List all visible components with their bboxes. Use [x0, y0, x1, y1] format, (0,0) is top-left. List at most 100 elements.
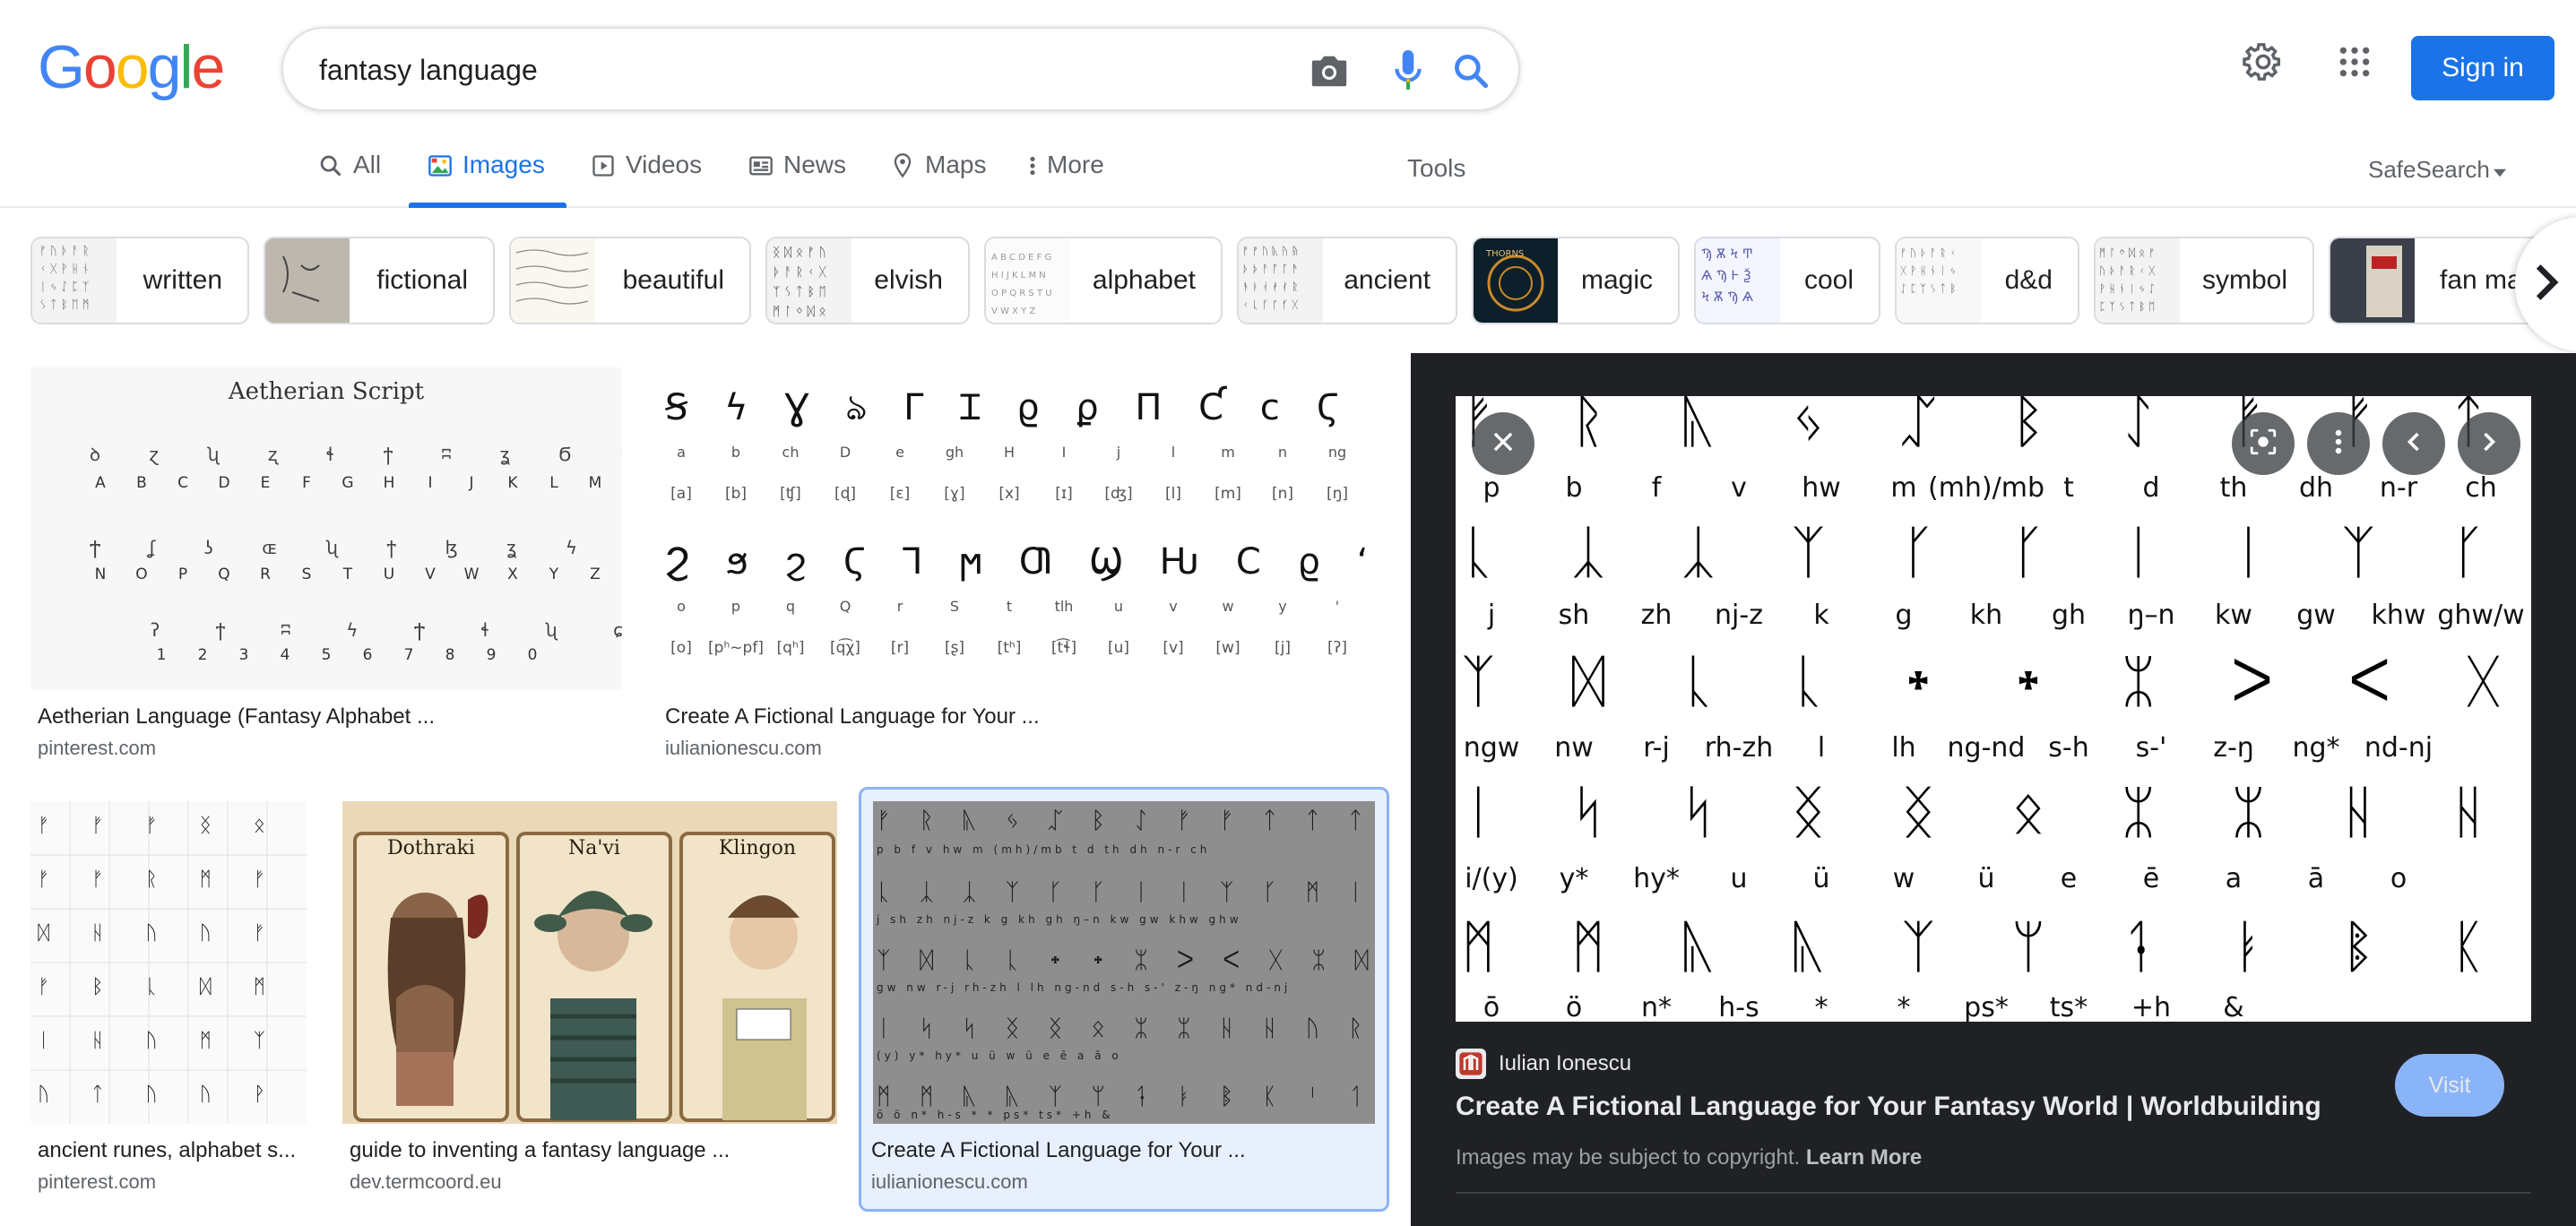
- script-letter-label: E: [261, 474, 271, 492]
- phoneme-label: n-r: [2380, 472, 2418, 504]
- tab-news[interactable]: News: [748, 151, 846, 208]
- chart-ipa-label: [q͡χ]: [830, 636, 860, 657]
- chip-fictional[interactable]: fictional: [264, 237, 495, 324]
- chip-symbol[interactable]: ᛗ ᛚ ᛜ ᛞ ᛟ ᚠ ᚢ ᚦ ᚨ ᚱ ᚲ ᚷ ᚹ ᚺ ᚾ ᛁ ᛃ ᛇ ᛈ ᛉ ᛊ ᛏ…: [2094, 237, 2314, 324]
- search-input[interactable]: [319, 48, 1215, 91]
- chart-ipa-label: [ʧ]: [780, 485, 801, 503]
- chart-latin-label: tlh: [1055, 598, 1074, 615]
- svg-text:ᛞ ᚺ ᚢ ᚢ ᚠ ᚢ ᚢ: ᛞ ᚺ ᚢ ᚢ ᚠ ᚢ ᚢ: [38, 922, 307, 945]
- safesearch-label: SafeSearch: [2368, 156, 2490, 183]
- search-icon[interactable]: [1448, 48, 1493, 93]
- phoneme-label: hw: [1802, 472, 1841, 504]
- more-vert-icon: [1027, 152, 1038, 179]
- svg-text:ᚠ ᚡ ᚢ ᚣ ᚤ ᚥ: ᚠ ᚡ ᚢ ᚣ ᚤ ᚥ: [1242, 245, 1298, 257]
- result-image: ᚠ ᚱ ᚣ ᛃ ᛢ ᛒ ᛇ ᚠ ᚠ ᛏ ᛏ ᛏ ᛏ ᚳ ᛣ ᛣ ᛉ ᚴ ᚴ ᛁ …: [873, 801, 1375, 1124]
- svg-text:ᚦ ᚧ ᚨ ᚩ ᚪ ᚫ: ᚦ ᚧ ᚨ ᚩ ᚪ ᚫ: [1242, 263, 1298, 275]
- close-button[interactable]: [1472, 412, 1534, 475]
- phoneme-label: ghw/w: [2437, 600, 2524, 631]
- phoneme-label: e: [2061, 863, 2077, 894]
- preview-source[interactable]: Iulian Ionescu: [1456, 1049, 1631, 1079]
- result-title: Create A Fictional Language for Your ...: [665, 704, 1040, 729]
- chip-thumbnail: [265, 238, 350, 323]
- chart-ipa-label: [n]: [1272, 485, 1293, 503]
- logo-letter: G: [38, 33, 85, 101]
- script-letter-label: A: [95, 474, 106, 492]
- chip-elvish[interactable]: ᛝ ᛞ ᛟ ᚠ ᚢ ᚦ ᚨ ᚱ ᚲ ᚷ ᛉ ᛊ ᛏ ᛒ ᛖ ᛗ ᛚ ᛜ ᛞ ᛟ elv…: [765, 237, 970, 324]
- lens-search-button[interactable]: [2232, 412, 2295, 475]
- image-result-selected[interactable]: ᚠ ᚱ ᚣ ᛃ ᛢ ᛒ ᛇ ᚠ ᚠ ᛏ ᛏ ᛏ ᛏ ᚳ ᛣ ᛣ ᛉ ᚴ ᚴ ᛁ …: [871, 801, 1375, 1196]
- tab-images[interactable]: Images: [409, 151, 566, 208]
- chip-cool[interactable]: Ϡ Ѫ Ϟ Ͳ Ѧ Ϡ Ͱ Ѯ Ϟ Ѫ Ϡ Ѧ cool: [1694, 237, 1880, 324]
- script-letter-label: H: [384, 474, 395, 492]
- tab-videos[interactable]: Videos: [590, 151, 702, 208]
- svg-text:ᚷ ᚹ ᚺ ᚾ ᛁ ᛃ: ᚷ ᚹ ᚺ ᚾ ᛁ ᛃ: [1900, 264, 1956, 277]
- tab-maps[interactable]: Maps: [889, 151, 986, 208]
- next-image-button[interactable]: [2458, 412, 2520, 475]
- svg-text:ᚢ ᛏ ᚢ ᚢ ᚹ ᚢ ᛣ: ᚢ ᛏ ᚢ ᚢ ᚹ ᚢ ᛣ: [38, 1084, 307, 1106]
- script-letter-label: B: [136, 474, 147, 492]
- chip-thumbnail: ᚠ ᚢ ᚦ ᚨ ᚱ ᚲ ᚷ ᚹ ᚺ ᚾ ᛁ ᛃ ᛇ ᛈ ᛉ ᛊ ᛏ ᛒ: [1897, 238, 1981, 323]
- script-letter-label: Q: [218, 566, 229, 583]
- settings-gear-icon[interactable]: [2241, 39, 2286, 84]
- script-letter-label: W: [464, 566, 480, 583]
- image-result[interactable]: ᚠ ᚠ ᚠ ᛝ ᛟ ᚠ ᚠ ᚠ ᚠ ᚱ ᛗ ᚠ ᚱ ᛗ ᛞ ᚺ ᚢ ᚢ ᚠ ᚢ …: [30, 801, 307, 1196]
- microphone-icon[interactable]: [1386, 48, 1431, 93]
- safesearch-dropdown[interactable]: SafeSearch: [2368, 156, 2506, 184]
- chip-beautiful[interactable]: beautiful: [509, 237, 751, 324]
- panel-label: Na'vi: [568, 837, 620, 859]
- phoneme-label: m: [1890, 472, 1916, 504]
- chip-magic[interactable]: THORNS magic: [1472, 237, 1680, 324]
- svg-text:p b f v hw m (mh)/mb: p b f v hw m (mh)/mb t d th dh n-r ch: [877, 843, 1210, 856]
- tab-all[interactable]: All: [317, 151, 381, 208]
- chip-ancient[interactable]: ᚠ ᚡ ᚢ ᚣ ᚤ ᚥ ᚦ ᚧ ᚨ ᚩ ᚪ ᚫ ᚬ ᚭ ᚮ ᚯ ᚰ ᚱ ᚲ ᚳ ᚴ ᚵ…: [1237, 237, 1457, 324]
- chip-dnd[interactable]: ᚠ ᚢ ᚦ ᚨ ᚱ ᚲ ᚷ ᚹ ᚺ ᚾ ᛁ ᛃ ᛇ ᛈ ᛉ ᛊ ᛏ ᛒ d&d: [1895, 237, 2079, 324]
- chip-thumbnail: ᚠ ᚢ ᚦ ᚨ ᚱ ᚲ ᚷ ᚹ ᚺ ᚾ ᛁ ᛃ ᛇ ᛈ ᛉ ᛊ ᛏ ᛒ ᛖ ᛗ: [32, 238, 117, 323]
- svg-text:ꝺ ɀ ʯ ʐ ɬ ϯ ʭ ʓ Ϭ ϟ ʬ: ꝺ ɀ ʯ ʐ ɬ ϯ ʭ ʓ Ϭ ϟ ʬ: [90, 444, 622, 465]
- svg-text:ᚠ ᚠ ᚠ ᛝ ᛟ ᚠ ᚠ: ᚠ ᚠ ᚠ ᛝ ᛟ ᚠ ᚠ: [38, 815, 307, 837]
- search-icon: [317, 152, 344, 179]
- image-result[interactable]: Ꞩ ϟ Ɣ ঌ Γ Ɪ ϱ ϼ Π Ƈ ϲ Ϛ Ɽ Ϩ ϧ ϩ Ϛ Ꞁ ϻ Ƣ …: [658, 367, 1375, 762]
- script-number-label: 8: [445, 646, 455, 664]
- visit-button[interactable]: Visit: [2395, 1054, 2504, 1117]
- preview-title[interactable]: Create A Fictional Language for Your Fan…: [1456, 1092, 2321, 1122]
- learn-more-link[interactable]: Learn More: [1806, 1145, 1922, 1170]
- copyright-text: Images may be subject to copyright.: [1456, 1145, 1801, 1170]
- script-letter-label: V: [425, 566, 436, 583]
- svg-text:O P Q R S T U: O P Q R S T U: [991, 289, 1052, 298]
- apps-grid-icon[interactable]: [2332, 39, 2377, 84]
- svg-text:ᚦ ᚨ ᚱ ᚲ ᚷ: ᚦ ᚨ ᚱ ᚲ ᚷ: [773, 265, 826, 280]
- tab-label: Images: [462, 151, 545, 178]
- svg-text:ᛁ ᛃ ᛇ ᛈ ᛉ: ᛁ ᛃ ᛇ ᛈ ᛉ: [39, 281, 90, 294]
- image-result[interactable]: Dothraki Na'vi Klingon guide to inventin…: [342, 801, 837, 1196]
- camera-icon[interactable]: [1307, 48, 1352, 93]
- chip-fan-made[interactable]: fan ma: [2329, 237, 2540, 324]
- phoneme-label: khw: [2372, 600, 2426, 631]
- script-letter-label: O: [135, 566, 147, 583]
- script-letter-label: T: [342, 566, 353, 583]
- sign-in-button[interactable]: Sign in: [2411, 36, 2554, 100]
- chip-alphabet[interactable]: A B C D E F G H I J K L M N O P Q R S T U V…: [984, 237, 1223, 324]
- tab-more[interactable]: More: [1027, 151, 1104, 208]
- phoneme-label: ō: [1483, 992, 1500, 1022]
- phoneme-label: ng-nd: [1948, 732, 2026, 764]
- phoneme-label: a: [2226, 863, 2242, 894]
- script-number-label: 1: [157, 646, 167, 664]
- chart-ipa-label: [ɛ]: [890, 485, 910, 503]
- previous-image-button[interactable]: [2382, 412, 2445, 475]
- more-options-button[interactable]: [2307, 412, 2370, 475]
- phoneme-label: j: [1487, 600, 1495, 631]
- svg-text:ᚲ ᚷ ᚹ ᚺ ᚾ: ᚲ ᚷ ᚹ ᚺ ᚾ: [39, 263, 90, 276]
- chart-latin-label: ch: [782, 444, 800, 461]
- google-logo[interactable]: Google: [38, 33, 225, 101]
- panel-label: Klingon: [718, 837, 797, 859]
- svg-text:ō ö n* h-s * * ps* ts: ō ö n* h-s * * ps* ts* +h &: [877, 1109, 1114, 1121]
- chip-label: beautiful: [622, 265, 724, 295]
- svg-text:ᚠ ᚱ ᚣ ᛃ ᛢ ᛒ ᛇ ᚠ ᚠ ᛏ ᛏ ᛏ ᛏ: ᚠ ᚱ ᚣ ᛃ ᛢ ᛒ ᛇ ᚠ ᚠ ᛏ ᛏ ᛏ ᛏ: [1461, 396, 2531, 455]
- phoneme-label: sh: [1559, 600, 1590, 631]
- tools-button[interactable]: Tools: [1407, 154, 1465, 183]
- chart-ipa-label: [ʂ]: [945, 639, 964, 657]
- chip-written[interactable]: ᚠ ᚢ ᚦ ᚨ ᚱ ᚲ ᚷ ᚹ ᚺ ᚾ ᛁ ᛃ ᛇ ᛈ ᛉ ᛊ ᛏ ᛒ ᛖ ᛗ wri…: [30, 237, 249, 324]
- image-result[interactable]: Aetherian Script ꝺ ɀ ʯ ʐ ɬ ϯ ʭ ʓ Ϭ ϟ ʬ Ϯ…: [30, 367, 622, 762]
- preview-image[interactable]: ᚠ ᚱ ᚣ ᛃ ᛢ ᛒ ᛇ ᚠ ᚠ ᛏ ᛏ ᛏ ᛏ ᚳ ᛣ ᛣ ᛉ ᚴ ᚴ ᛁ …: [1456, 396, 2531, 1022]
- phoneme-label: ch: [2465, 472, 2497, 504]
